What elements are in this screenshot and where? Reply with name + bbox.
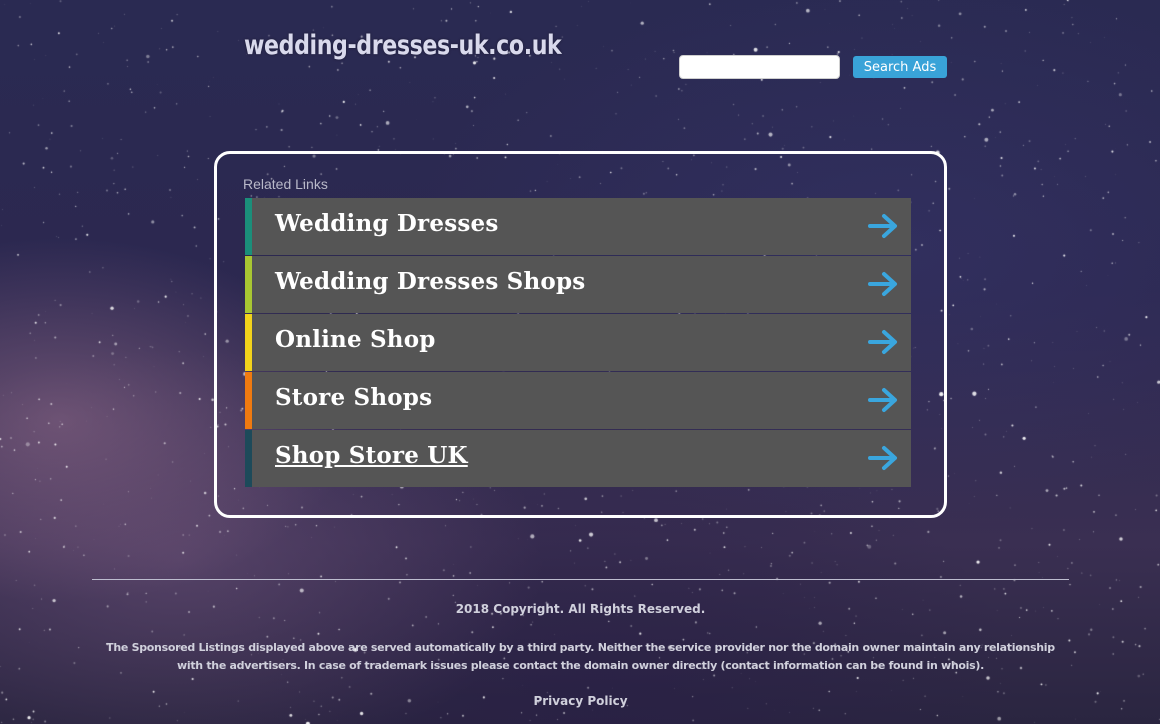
disclaimer-text: The Sponsored Listings displayed above a… [106, 641, 1055, 672]
related-link-online-shop[interactable]: Online Shop [245, 314, 911, 371]
link-label: Wedding Dresses [275, 210, 499, 237]
related-link-shop-store-uk[interactable]: Shop Store UK [245, 430, 911, 487]
arrow-right-icon [868, 214, 897, 238]
footer-divider [92, 579, 1069, 580]
site-title[interactable]: wedding-dresses-uk.co.uk [244, 30, 562, 61]
link-color-bar [245, 198, 252, 255]
link-color-bar [245, 430, 252, 487]
arrow-right-icon [868, 330, 897, 354]
related-link-store-shops[interactable]: Store Shops [245, 372, 911, 429]
link-label: Store Shops [275, 384, 433, 411]
search-ads-button[interactable]: Search Ads [853, 56, 947, 78]
related-links-heading: Related Links [243, 176, 328, 192]
link-label: Online Shop [275, 326, 436, 353]
search-input[interactable] [679, 55, 840, 79]
link-color-bar [245, 256, 252, 313]
privacy-policy-link[interactable]: Privacy Policy [92, 694, 1069, 708]
link-label: Wedding Dresses Shops [275, 268, 586, 295]
link-color-bar [245, 314, 252, 371]
link-label: Shop Store UK [275, 442, 468, 469]
copyright-text: 2018 Copyright. All Rights Reserved. [455, 602, 706, 616]
related-links-list: Wedding Dresses Wedding Dresses Shops On… [245, 198, 911, 488]
arrow-right-icon [868, 446, 897, 470]
related-links-panel: Related Links Wedding Dresses Wedding Dr… [214, 151, 947, 518]
related-link-wedding-dresses[interactable]: Wedding Dresses [245, 198, 911, 255]
arrow-right-icon [868, 388, 897, 412]
link-color-bar [245, 372, 252, 429]
related-link-wedding-dresses-shops[interactable]: Wedding Dresses Shops [245, 256, 911, 313]
arrow-right-icon [868, 272, 897, 296]
